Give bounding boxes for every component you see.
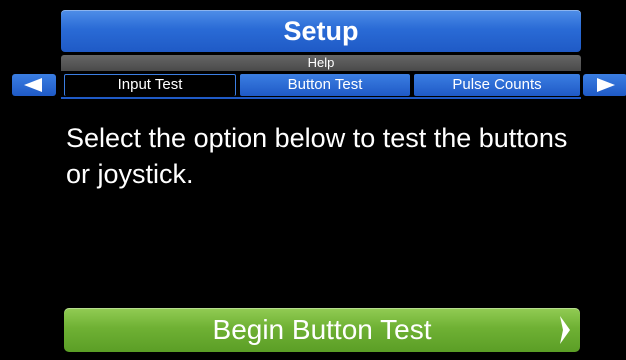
help-tab[interactable]: Help [61,55,581,71]
begin-button-test-button[interactable]: Begin Button Test [64,308,580,352]
setup-screen: Setup Help Input Test Button Test Pulse … [0,0,626,360]
prev-tab-button[interactable] [12,74,56,96]
title-bar: Setup [61,10,581,52]
tab-divider [61,97,581,99]
instruction-text: Select the option below to test the butt… [66,123,568,189]
tab-label: Input Test [117,76,183,93]
page-title: Setup [283,16,359,46]
triangle-right-icon [597,78,615,92]
next-tab-button[interactable] [583,74,626,96]
chevron-right-icon [560,316,570,344]
tab-label: Button Test [287,76,363,93]
tab-label: Pulse Counts [452,76,542,93]
help-label: Help [307,55,335,70]
triangle-left-icon [24,78,42,92]
begin-button-label: Begin Button Test [212,314,432,345]
tab-pulse-counts[interactable]: Pulse Counts [414,74,580,96]
tab-button-test[interactable]: Button Test [240,74,410,96]
tab-input-test[interactable]: Input Test [64,74,236,96]
tab-row: Input Test Button Test Pulse Counts [0,74,626,96]
